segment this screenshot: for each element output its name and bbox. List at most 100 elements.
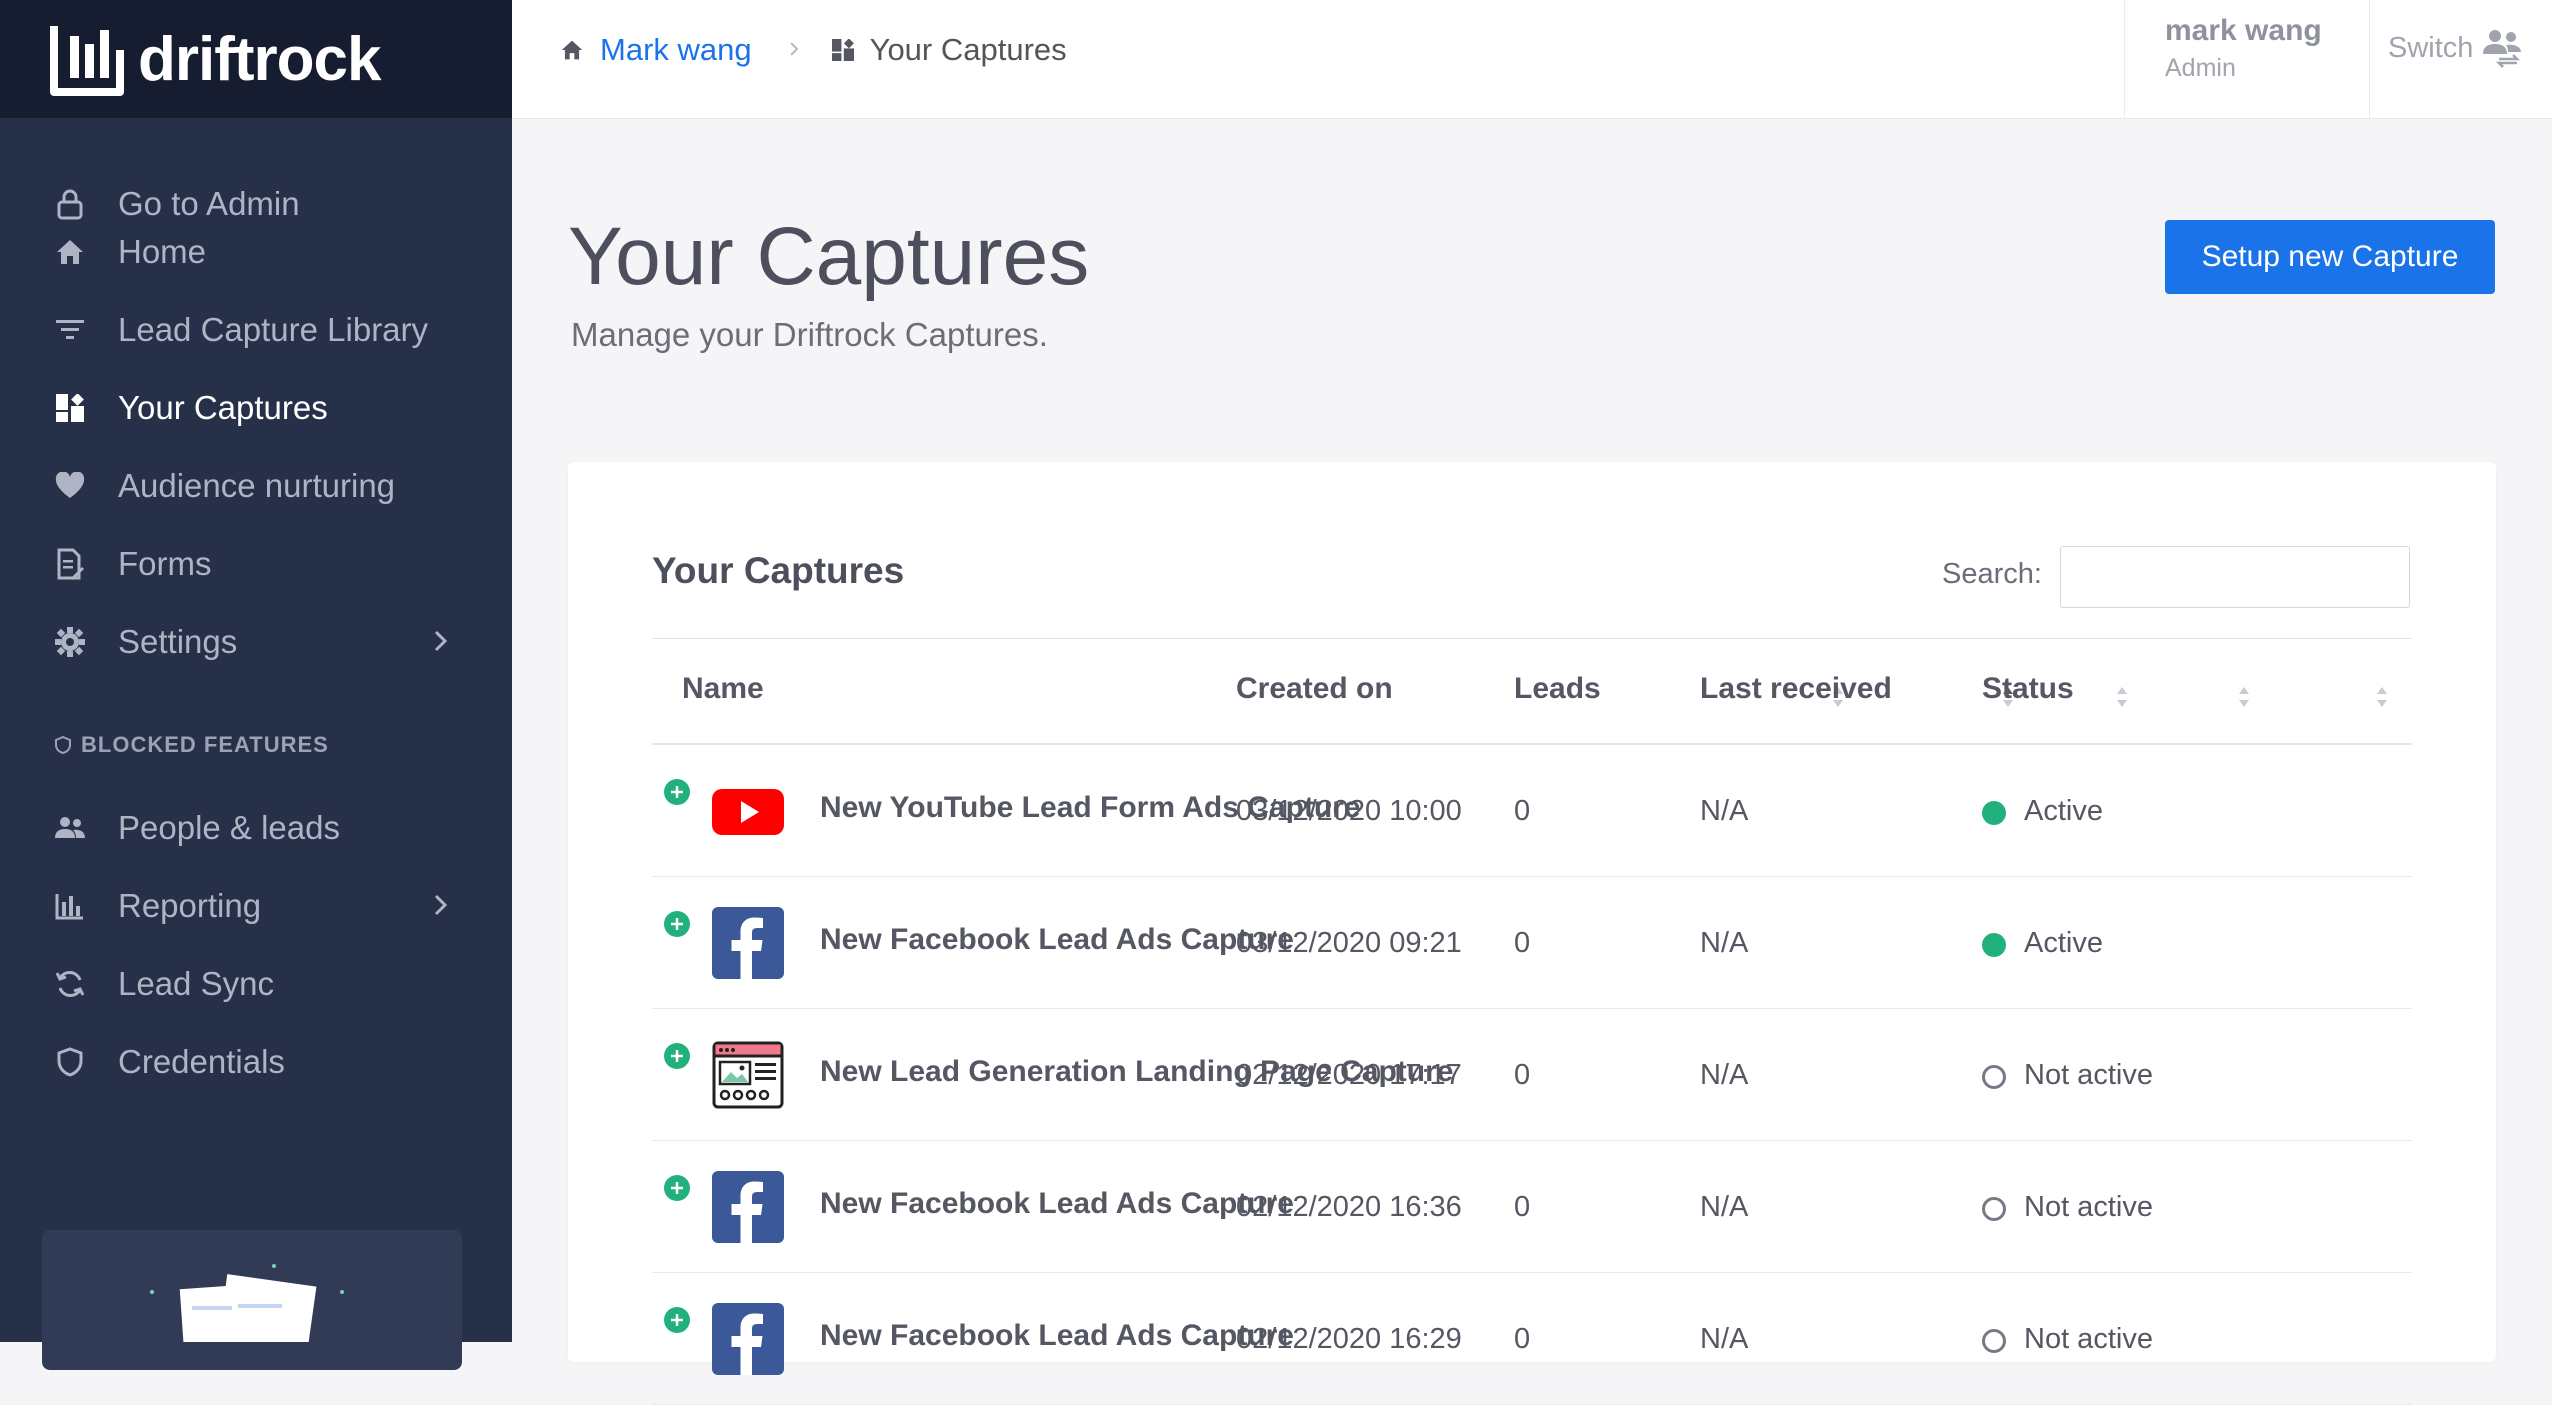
youtube-icon — [712, 789, 784, 835]
column-header-created-on[interactable]: Created on — [1236, 672, 1393, 706]
created-on: 02/12/2020 17:17 — [1236, 1059, 1462, 1091]
brand-name: driftrock — [138, 24, 381, 94]
landing-page-icon — [712, 1041, 784, 1109]
expand-plus-icon[interactable] — [664, 1043, 690, 1069]
divider — [652, 638, 2412, 639]
sidebar-item-audience-nurturing[interactable]: Audience nurturing — [0, 454, 512, 518]
sidebar-item-label: Lead Sync — [118, 965, 274, 1002]
search-label: Search: — [1942, 558, 2042, 590]
sort-icon — [2239, 687, 2249, 707]
sidebar-item-lead-sync[interactable]: Lead Sync — [0, 952, 512, 1016]
user-menu[interactable]: mark wang Admin — [2124, 0, 2370, 118]
dashboard-icon — [831, 39, 854, 61]
switch-account-button[interactable]: Switch — [2388, 28, 2523, 68]
status-inactive-icon — [1982, 1065, 2006, 1089]
capture-name[interactable]: New Facebook Lead Ads Capture — [820, 1187, 1294, 1221]
status-active-icon — [1982, 933, 2006, 957]
driftrock-logo-icon — [50, 26, 124, 96]
sidebar-item-label: People & leads — [118, 809, 340, 846]
status-badge: Not active — [2024, 1191, 2153, 1223]
sidebar-item-reporting[interactable]: Reporting — [0, 874, 512, 938]
table-row[interactable]: New Facebook Lead Ads Capture 02/12/2020… — [652, 1141, 2412, 1273]
user-name: mark wang — [2165, 14, 2322, 47]
last-received: N/A — [1700, 1323, 1749, 1355]
blocked-features-label: BLOCKED FEATURES — [81, 732, 329, 757]
sidebar-item-home[interactable]: Home — [0, 220, 512, 284]
sidebar-item-your-captures[interactable]: Your Captures — [0, 376, 512, 440]
promo-card — [42, 1230, 462, 1370]
brand-bar: driftrock — [0, 0, 512, 118]
card-title: Your Captures — [652, 550, 905, 591]
page-subtitle: Manage your Driftrock Captures. — [571, 316, 1048, 353]
sidebar-item-label: Go to Admin — [118, 185, 300, 222]
status-badge: Active — [2024, 927, 2103, 959]
gear-icon — [52, 624, 88, 660]
breadcrumb-current: Your Captures — [869, 32, 1067, 67]
column-header-name[interactable]: Name — [682, 672, 764, 706]
last-received: N/A — [1700, 1191, 1749, 1223]
leads-count: 0 — [1514, 1323, 1531, 1355]
created-on: 03/12/2020 10:00 — [1236, 795, 1462, 827]
created-on: 02/12/2020 16:29 — [1236, 1323, 1462, 1355]
facebook-icon — [712, 1171, 784, 1243]
expand-plus-icon[interactable] — [664, 911, 690, 937]
chevron-right-icon — [788, 34, 800, 66]
status-active-icon — [1982, 801, 2006, 825]
status-inactive-icon — [1982, 1197, 2006, 1221]
capture-name[interactable]: New Facebook Lead Ads Capture — [820, 1319, 1294, 1353]
chevron-right-icon — [432, 890, 450, 925]
filter-icon — [52, 312, 88, 348]
chevron-right-icon — [432, 626, 450, 661]
sidebar-item-label: Reporting — [118, 887, 262, 924]
last-received: N/A — [1700, 927, 1749, 959]
last-received: N/A — [1700, 1059, 1749, 1091]
expand-plus-icon[interactable] — [664, 779, 690, 805]
status-badge: Active — [2024, 795, 2103, 827]
table-row[interactable]: New Lead Generation Landing Page Capture… — [652, 1009, 2412, 1141]
capture-name[interactable]: New Facebook Lead Ads Capture — [820, 923, 1294, 957]
column-header-last-received[interactable]: Last received — [1700, 672, 1892, 706]
table-row[interactable]: New YouTube Lead Form Ads Capture 03/12/… — [652, 745, 2412, 877]
sidebar-item-label: Settings — [118, 623, 238, 660]
sidebar: driftrock Go to Admin Home Lead Capture … — [0, 0, 512, 1370]
leads-count: 0 — [1514, 1059, 1531, 1091]
created-on: 03/12/2020 09:21 — [1236, 927, 1462, 959]
switch-label: Switch — [2388, 31, 2474, 64]
expand-plus-icon[interactable] — [664, 1175, 690, 1201]
sidebar-item-label: Home — [118, 233, 207, 270]
setup-new-capture-button[interactable]: Setup new Capture — [2165, 220, 2495, 294]
sort-icon — [2377, 687, 2387, 707]
leads-count: 0 — [1514, 927, 1531, 959]
sidebar-item-forms[interactable]: Forms — [0, 532, 512, 596]
status-badge: Not active — [2024, 1323, 2153, 1355]
sidebar-item-credentials[interactable]: Credentials — [0, 1030, 512, 1094]
top-bar: Mark wang Your Captures mark wang Admin … — [512, 0, 2552, 119]
sidebar-item-label: Lead Capture Library — [118, 311, 429, 348]
home-icon — [52, 234, 88, 270]
facebook-icon — [712, 907, 784, 979]
column-header-status[interactable]: Status — [1982, 672, 2074, 706]
search-input[interactable] — [2060, 546, 2410, 608]
column-header-leads[interactable]: Leads — [1514, 672, 1601, 706]
heart-icon — [52, 468, 88, 504]
status-badge: Not active — [2024, 1059, 2153, 1091]
people-icon — [52, 810, 88, 846]
captures-card: Your Captures Search: Name Created on Le… — [568, 462, 2496, 1405]
shield-small-icon — [55, 736, 71, 754]
breadcrumb-home-link[interactable]: Mark wang — [600, 32, 752, 68]
facebook-icon — [712, 1303, 784, 1375]
form-icon — [52, 546, 88, 582]
sidebar-item-lead-capture-library[interactable]: Lead Capture Library — [0, 298, 512, 362]
home-icon — [560, 39, 584, 61]
blocked-features-heading: BLOCKED FEATURES — [55, 732, 329, 758]
sidebar-item-people-leads[interactable]: People & leads — [0, 796, 512, 860]
status-inactive-icon — [1982, 1329, 2006, 1353]
shield-icon — [52, 1044, 88, 1080]
sidebar-item-settings[interactable]: Settings — [0, 610, 512, 674]
breadcrumb: Mark wang Your Captures — [560, 30, 1067, 70]
page-title: Your Captures — [568, 211, 1090, 302]
table-row[interactable]: New Facebook Lead Ads Capture 03/12/2020… — [652, 877, 2412, 1009]
table-row[interactable]: New Facebook Lead Ads Capture 02/12/2020… — [652, 1273, 2412, 1405]
expand-plus-icon[interactable] — [664, 1307, 690, 1333]
sidebar-item-label: Credentials — [118, 1043, 285, 1080]
